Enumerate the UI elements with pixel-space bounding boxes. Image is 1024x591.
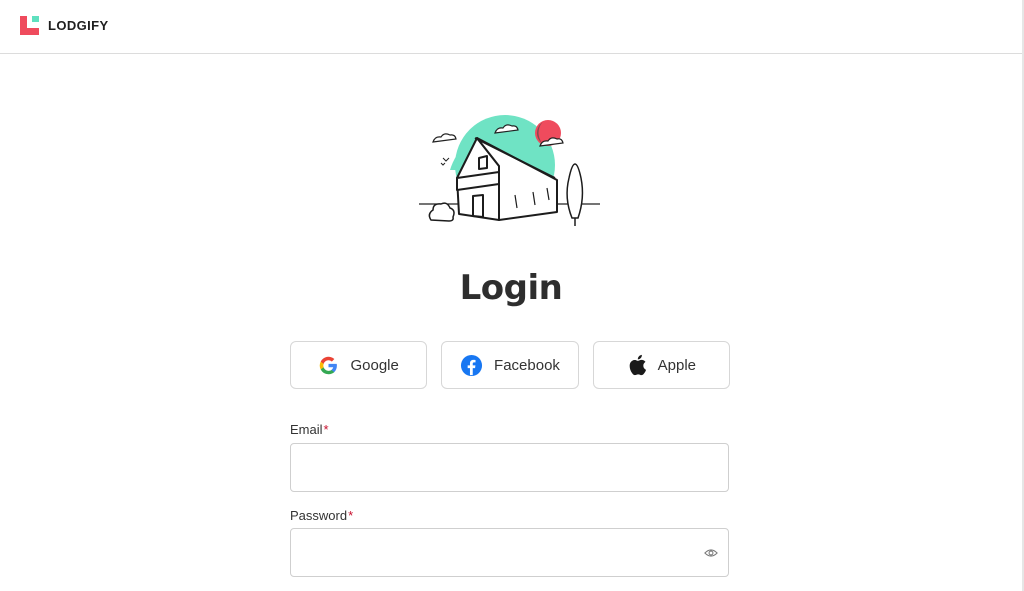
page-title: Login — [459, 268, 563, 308]
email-label: Email* — [290, 422, 329, 437]
password-label-text: Password — [290, 508, 348, 523]
eye-icon[interactable] — [704, 547, 718, 559]
email-label-text: Email — [290, 422, 323, 437]
apple-login-label: Apple — [657, 356, 696, 374]
house-illustration — [415, 115, 605, 230]
lodgify-logo-icon — [20, 16, 39, 35]
password-label: Password* — [290, 508, 353, 523]
google-login-button[interactable]: Google — [290, 341, 428, 389]
apple-login-button[interactable]: Apple — [592, 341, 730, 389]
email-required-mark: * — [323, 422, 329, 437]
email-input[interactable] — [291, 444, 728, 491]
brand-name: LODGIFY — [48, 18, 109, 33]
apple-icon — [629, 354, 646, 376]
google-login-label: Google — [350, 356, 399, 374]
password-input[interactable] — [291, 529, 728, 576]
google-icon — [320, 356, 338, 374]
top-bar: LODGIFY — [0, 0, 1022, 54]
email-field[interactable] — [290, 443, 729, 492]
facebook-login-label: Facebook — [494, 356, 560, 374]
password-field[interactable] — [290, 528, 729, 577]
password-required-mark: * — [348, 508, 354, 523]
social-login-row: Google Facebook Apple — [290, 341, 730, 389]
lodgify-logo[interactable]: LODGIFY — [20, 16, 109, 35]
facebook-login-button[interactable]: Facebook — [441, 341, 579, 389]
facebook-icon — [461, 354, 483, 376]
